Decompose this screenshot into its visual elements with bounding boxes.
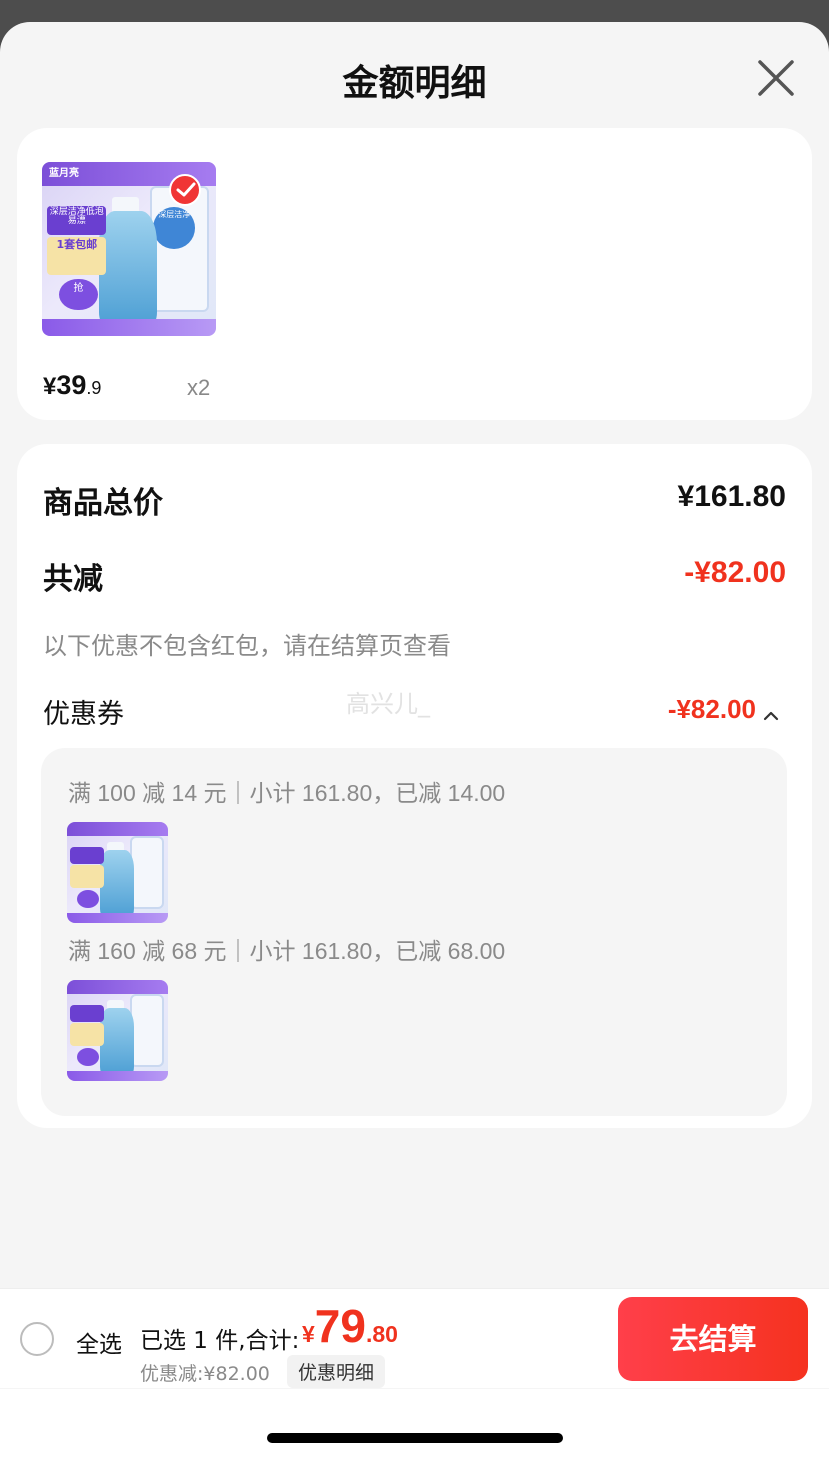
total-integer: 79 xyxy=(314,1300,366,1352)
discount-detail-button[interactable]: 优惠明细 xyxy=(287,1355,386,1388)
price-symbol: ¥ xyxy=(43,373,57,400)
select-all-radio[interactable] xyxy=(20,1322,54,1356)
checked-icon[interactable] xyxy=(169,174,201,206)
promo-tag: 深层洁净低泡易漂 xyxy=(47,205,107,236)
coupon-product-image xyxy=(67,822,168,923)
close-icon[interactable] xyxy=(754,56,798,100)
reduction-label: 共减 xyxy=(43,562,103,597)
total-decimal: .80 xyxy=(365,1321,398,1347)
coupon-rule: 满 100 减 14 元｜小计 161.80，已减 14.00 xyxy=(68,780,506,806)
shipping-tag: 1套包邮 xyxy=(47,236,107,276)
total-symbol: ¥ xyxy=(302,1321,315,1347)
selected-count-text: 已选 1 件,合计: xyxy=(140,1328,300,1354)
checkout-button[interactable]: 去结算 xyxy=(618,1297,808,1381)
total-price-value: ¥161.80 xyxy=(677,480,786,513)
coupon-label: 优惠券 xyxy=(43,699,124,730)
discount-note: 以下优惠不包含红包，请在结算页查看 xyxy=(43,632,451,660)
price-decimal: .9 xyxy=(86,378,102,398)
coupon-value[interactable]: -¥82.00 xyxy=(668,694,756,725)
coupon-detail-box: 满 100 减 14 元｜小计 161.80，已减 14.00 满 160 减 … xyxy=(41,748,787,1116)
product-quantity: x2 xyxy=(187,375,211,400)
total-price-label: 商品总价 xyxy=(43,486,163,521)
summary-card: 商品总价 ¥161.80 共减 -¥82.00 以下优惠不包含红包，请在结算页查… xyxy=(17,444,812,1128)
watermark: 高兴儿_ xyxy=(346,690,430,718)
coupon-rule: 满 160 减 68 元｜小计 161.80，已减 68.00 xyxy=(68,938,506,964)
product-price: ¥39.9 xyxy=(43,370,101,401)
amount-detail-sheet: 金额明细 蓝月亮 深层洁净 深层洁净低泡易漂 1套包邮 抢 ¥39.9 x2 商… xyxy=(0,22,829,1461)
sheet-title: 金额明细 xyxy=(342,63,487,104)
reduction-value: -¥82.00 xyxy=(684,556,786,589)
badge-label: 深层洁净 xyxy=(153,207,196,249)
home-indicator[interactable] xyxy=(267,1433,563,1443)
coupon-product-image xyxy=(67,980,168,1081)
price-integer: 39 xyxy=(56,370,87,400)
discount-summary: 优惠减:¥82.00 xyxy=(140,1363,270,1385)
checkout-bar: 全选 已选 1 件,合计: ¥79.80 优惠减:¥82.00 优惠明细 去结算 xyxy=(0,1288,829,1388)
home-area xyxy=(0,1389,829,1461)
grab-tag: 抢 xyxy=(59,278,98,310)
chevron-up-icon[interactable] xyxy=(762,706,780,721)
total-amount: ¥79.80 xyxy=(302,1299,398,1353)
product-card: 蓝月亮 深层洁净 深层洁净低泡易漂 1套包邮 抢 ¥39.9 x2 xyxy=(17,128,812,420)
select-all-label[interactable]: 全选 xyxy=(76,1325,122,1359)
brand-label: 蓝月亮 xyxy=(48,167,79,179)
